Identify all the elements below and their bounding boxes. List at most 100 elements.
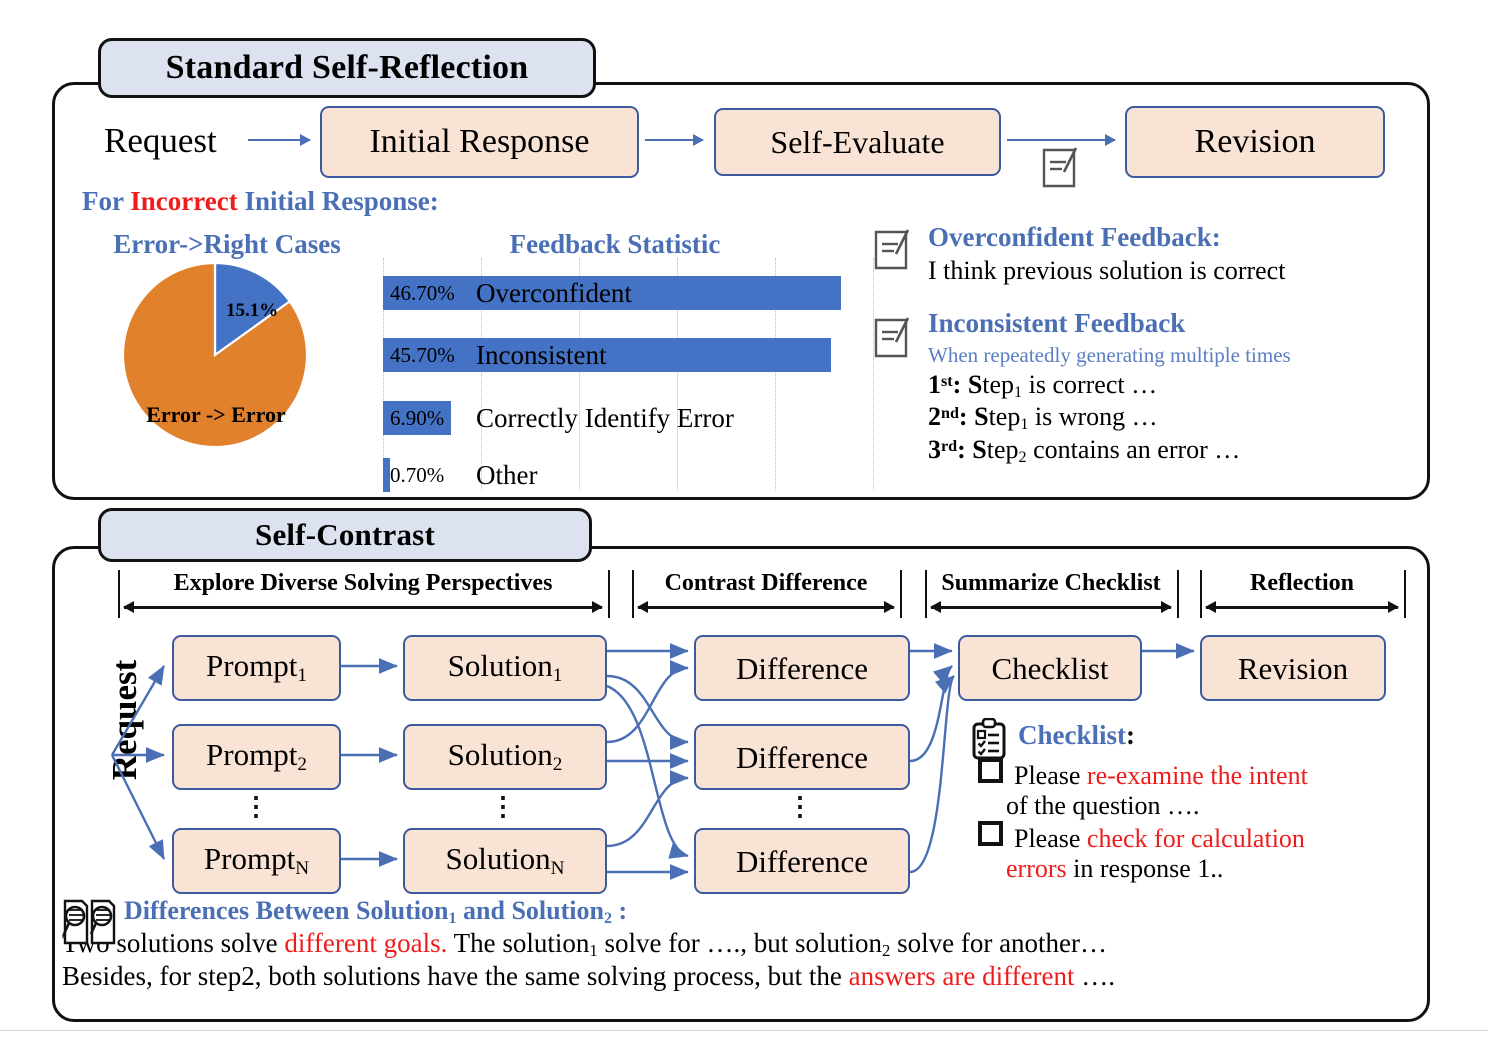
box-prompt-2[interactable]: Prompt2 [172,724,341,790]
bar-category-label-3: Other [476,459,538,490]
request-label-vertical: Request [105,659,144,781]
arrow-self-evaluate-to-revision [1007,134,1116,146]
box-prompt-2-label: Prompt2 [206,737,307,776]
stage-tick-explore-0 [118,570,120,618]
bar-row-3: 0.70% Other [383,458,873,492]
inconsistent-feedback-items: 1st: Step1 is correct … 2nd: Step1 is wro… [928,370,1240,467]
panel-title-standard-self-reflection: Standard Self-Reflection [98,38,596,98]
condition-highlight: Incorrect [130,186,238,216]
feedback-examples: Overconfident Feedback: I think previous… [872,222,1417,466]
differences-title: Differences Between Solution1 and Soluti… [124,896,628,928]
arrow-initial-response-to-self-evaluate [645,134,704,146]
note-edit-icon [1042,147,1078,188]
differences-line-1: Two solutions solve different goals. The… [62,928,1108,961]
box-prompt-n-label: PromptN [203,841,310,880]
stage-label-summarize: Summarize Checklist [941,570,1161,596]
incorrect-condition-line: For Incorrect Initial Response: [82,186,439,217]
clipboard-checklist-icon [972,718,1006,760]
stage-range-arrow-summarize [930,601,1172,612]
bar-value-label-3: 0.70% [390,462,445,487]
bottom-divider [0,1030,1488,1031]
solution-ellipsis: ⋮ [490,792,516,821]
box-revision-label: Revision [1194,123,1316,160]
pie-slice-label-error-right: 15.1% [226,300,279,321]
checklist-item-2-cont: errors in response 1.. [1006,854,1224,884]
pie-slice-label-error-error: Error -> Error [146,402,286,427]
condition-suffix: Initial Response: [237,186,439,216]
box-difference-1[interactable]: Difference [694,635,910,701]
stage-tick-summarize-0 [925,570,927,618]
figure-canvas: Standard Self-Reflection Request Initial… [0,0,1488,1058]
stage-range-arrow-explore [123,601,603,612]
box-solution-n-label: SolutionN [445,841,565,880]
checklist-item-2: Please check for calculation [978,821,1408,854]
box-solution-n[interactable]: SolutionN [403,828,607,894]
bar-row-2: 6.90% Correctly Identify Error [383,401,873,435]
difference-ellipsis: ⋮ [787,792,813,821]
overconfident-feedback-body: I think previous solution is correct [928,256,1286,285]
box-checklist[interactable]: Checklist [958,635,1142,701]
box-prompt-n[interactable]: PromptN [172,828,341,894]
bar-value-label-1: 45.70% [390,342,455,367]
bar-category-label-0: Overconfident [476,277,632,308]
bar-row-1: 45.70% Inconsistent [383,338,873,372]
box-revision-final[interactable]: Revision [1200,635,1386,701]
box-difference-2-label: Difference [736,739,868,775]
box-checklist-label: Checklist [991,650,1109,686]
inconsistent-feedback-item-2: 2nd: Step1 is wrong … [928,402,1158,434]
stage-tick-contrast-1 [900,570,902,618]
box-self-evaluate[interactable]: Self-Evaluate [714,108,1001,176]
overconfident-feedback-heading: Overconfident Feedback: [928,222,1221,252]
box-revision-final-label: Revision [1237,650,1349,686]
box-initial-response-label: Initial Response [369,123,590,160]
stage-tick-reflection-1 [1404,570,1406,618]
note-edit-icon [874,229,910,270]
box-difference-2[interactable]: Difference [694,724,910,790]
documents-magnifier-icon [62,899,116,945]
pie-chart-heading: Error->Right Cases [113,229,341,259]
inconsistent-feedback-item-1: 1st: Step1 is correct … [928,370,1158,402]
stage-tick-contrast-0 [632,570,634,618]
bar-value-label-0: 46.70% [390,280,455,305]
checklist-item-1-cont: of the question …. [1006,791,1200,821]
stage-label-reflection: Reflection [1250,570,1354,596]
inconsistent-feedback-subtitle: When repeatedly generating multiple time… [928,343,1291,367]
differences-narrative: Differences Between Solution1 and Soluti… [62,896,1402,993]
checkbox-icon[interactable] [978,758,1003,783]
box-prompt-1[interactable]: Prompt1 [172,635,341,701]
box-initial-response[interactable]: Initial Response [320,106,639,178]
stage-range-arrow-reflection [1205,601,1399,612]
overconfident-feedback: Overconfident Feedback: I think previous… [872,222,1417,310]
box-prompt-1-label: Prompt1 [206,648,307,687]
box-revision[interactable]: Revision [1125,106,1385,178]
checklist-title: Checklist: [1018,720,1135,750]
note-edit-icon [874,317,910,358]
stage-label-explore: Explore Diverse Solving Perspectives [173,570,553,596]
stage-tick-summarize-1 [1177,570,1179,618]
stage-tick-explore-1 [608,570,610,618]
bar-value-label-2: 6.90% [390,405,445,430]
box-solution-2[interactable]: Solution2 [403,724,607,790]
checkbox-icon[interactable] [978,821,1003,847]
condition-prefix: For [82,186,131,216]
inconsistent-feedback-heading: Inconsistent Feedback [928,308,1186,338]
box-difference-3[interactable]: Difference [694,828,910,894]
pie-chart-error-right-cases: 15.1% Error -> Error [122,262,308,448]
box-solution-1[interactable]: Solution1 [403,635,607,701]
bar-category-label-2: Correctly Identify Error [476,402,734,433]
stage-range-arrow-contrast [637,601,895,612]
differences-line-2: Besides, for step2, both solutions have … [62,960,1116,991]
panel-title-self-contrast: Self-Contrast [98,508,592,562]
box-solution-2-label: Solution2 [447,737,563,776]
bar-chart-feedback-statistic: 46.70% Overconfident 45.70% Inconsistent 6.9… [383,258,874,496]
arrow-request-to-initial-response [248,134,311,146]
checklist-details: Checklist: Please re-examine the intent … [972,718,1408,885]
box-difference-3-label: Difference [736,843,868,879]
request-label: Request [104,121,217,160]
box-difference-1-label: Difference [736,650,868,686]
bar-chart-heading: Feedback Statistic [509,229,721,259]
bar-row-0: 46.70% Overconfident [383,276,873,310]
box-self-evaluate-label: Self-Evaluate [770,124,945,160]
inconsistent-feedback-item-3: 3rd: Step2 contains an error … [928,434,1241,466]
stage-label-contrast: Contrast Difference [664,570,868,596]
